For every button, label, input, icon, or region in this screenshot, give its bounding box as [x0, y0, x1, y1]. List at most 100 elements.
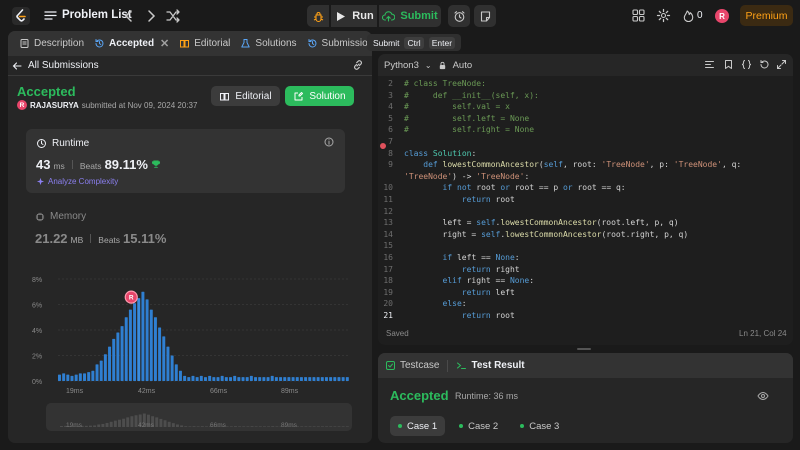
- note-icon: [480, 10, 490, 22]
- histogram-bar: [191, 375, 195, 381]
- autocomplete-mode[interactable]: Auto: [453, 60, 473, 71]
- expand-icon[interactable]: [776, 59, 787, 70]
- link-icon[interactable]: [352, 59, 364, 71]
- layout-grid-icon[interactable]: [631, 8, 646, 23]
- code-line[interactable]: 21 return root: [378, 310, 793, 322]
- code-line[interactable]: 19 return left: [378, 287, 793, 299]
- language-select[interactable]: Python3: [384, 60, 419, 71]
- tab-test-result[interactable]: Test Result: [456, 360, 525, 371]
- code-line[interactable]: 12: [378, 206, 793, 218]
- line-number: 4: [388, 102, 393, 112]
- chevron-down-icon[interactable]: ⌄: [425, 61, 432, 70]
- overview-bar: [171, 423, 175, 427]
- info-icon[interactable]: [324, 137, 334, 147]
- overview-bar: [167, 421, 171, 427]
- line-number: 3: [388, 90, 393, 100]
- analyze-complexity-link[interactable]: Analyze Complexity: [36, 177, 118, 186]
- book-icon: [220, 92, 230, 100]
- tooltip-label: Submit: [373, 37, 400, 48]
- case-tab-3[interactable]: Case 3: [512, 416, 567, 436]
- tab-test-result-label: Test Result: [471, 360, 525, 371]
- tab-editorial[interactable]: Editorial: [174, 31, 235, 56]
- histogram-bar: [345, 377, 349, 381]
- braces-icon[interactable]: [741, 59, 752, 70]
- username[interactable]: RAJASURYA: [30, 101, 79, 110]
- debug-button[interactable]: [307, 5, 329, 27]
- overview-bar: [205, 426, 208, 427]
- code-line[interactable]: 10 if not root or root == p or root == q…: [378, 182, 793, 194]
- code-line[interactable]: 13 left = self.lowestCommonAncestor(root…: [378, 217, 793, 229]
- code-line[interactable]: 17 return right: [378, 264, 793, 276]
- terminal-icon: [457, 362, 467, 369]
- code-text: # self.left = None: [404, 113, 530, 123]
- histogram-bar: [87, 372, 91, 381]
- all-submissions-link[interactable]: All Submissions: [12, 60, 99, 71]
- code-line[interactable]: 7: [378, 136, 793, 148]
- runtime-beats-label: Beats: [79, 161, 102, 171]
- avatar[interactable]: R: [715, 9, 729, 23]
- code-line[interactable]: 11 return root: [378, 194, 793, 206]
- code-line[interactable]: 5 # self.left = None: [378, 113, 793, 125]
- overview-tick-label: 42ms: [138, 422, 155, 429]
- histogram-bar: [341, 377, 345, 381]
- fire-icon[interactable]: [681, 8, 696, 23]
- submit-button[interactable]: Submit: [379, 5, 441, 27]
- premium-button[interactable]: Premium: [740, 5, 793, 26]
- run-button[interactable]: Run: [331, 5, 377, 27]
- histogram-bar: [324, 377, 328, 381]
- overview-tick-label: 89ms: [281, 422, 298, 429]
- tab-testcase[interactable]: Testcase: [385, 360, 439, 371]
- case-tab-1[interactable]: Case 1: [390, 416, 446, 436]
- resize-handle[interactable]: [577, 348, 591, 350]
- code-line[interactable]: 14 right = self.lowestCommonAncestor(roo…: [378, 229, 793, 241]
- notes-button[interactable]: [474, 5, 496, 27]
- submit-tooltip: Submit Ctrl Enter: [367, 34, 462, 51]
- leetcode-logo-icon[interactable]: [12, 7, 30, 25]
- overview-bar: [130, 416, 134, 427]
- runtime-distribution-chart[interactable]: 8% 6% 4% 2% 0% R 19ms 42ms 66ms 89ms 19ms 42ms 66ms 8…: [32, 271, 356, 431]
- code-line[interactable]: 2 # class TreeNode:: [378, 78, 793, 90]
- timer-button[interactable]: [448, 5, 470, 27]
- reset-icon[interactable]: [759, 59, 770, 70]
- tab-solutions[interactable]: Solutions: [235, 31, 301, 56]
- code-line[interactable]: 8 class Solution:: [378, 148, 793, 160]
- chevron-right-icon[interactable]: [143, 8, 159, 24]
- runtime-value-row: 43 ms Beats 89.11%: [36, 157, 161, 172]
- memory-title[interactable]: Memory: [35, 211, 86, 222]
- bug-icon: [313, 11, 323, 22]
- code-text: # self.val = x: [404, 102, 510, 112]
- overview-bar: [325, 426, 329, 427]
- tab-submissions[interactable]: Submissions: [302, 31, 372, 56]
- overview-bar: [312, 426, 316, 427]
- chevron-left-icon[interactable]: [121, 8, 137, 24]
- code-line[interactable]: 4 # self.val = x: [378, 101, 793, 113]
- code-line[interactable]: 'TreeNode') -> 'TreeNode':: [378, 171, 793, 183]
- code-line[interactable]: 9 def lowestCommonAncestor(self, root: '…: [378, 159, 793, 171]
- code-area[interactable]: 2 # class TreeNode: 3 # def __init__(self, …: [378, 78, 793, 321]
- editorial-button[interactable]: Editorial: [211, 86, 280, 106]
- solution-button[interactable]: Solution: [285, 86, 354, 106]
- code-line[interactable]: 6 # self.right = None: [378, 124, 793, 136]
- avatar[interactable]: R: [17, 100, 27, 110]
- close-icon[interactable]: ✕: [160, 37, 169, 50]
- shuffle-icon[interactable]: [165, 8, 181, 24]
- code-line[interactable]: 20 else:: [378, 298, 793, 310]
- tab-accepted[interactable]: Accepted ✕: [89, 31, 174, 56]
- divider: [71, 160, 73, 169]
- code-line[interactable]: 3 # def __init__(self, x):: [378, 90, 793, 102]
- runtime-card[interactable]: Runtime 43 ms Beats 89.11% Analyze Compl…: [26, 129, 345, 193]
- tab-editorial-label: Editorial: [194, 38, 231, 49]
- format-icon[interactable]: [704, 59, 715, 70]
- y-tick-label: 0%: [32, 379, 42, 386]
- bookmark-icon[interactable]: [723, 59, 734, 70]
- code-line[interactable]: 15: [378, 240, 793, 252]
- code-editor[interactable]: Python3 ⌄ Auto 2 # class TreeNode: 3 # def …: [378, 54, 793, 345]
- solution-label: Solution: [309, 90, 346, 102]
- eye-icon[interactable]: [757, 390, 769, 402]
- tab-description[interactable]: Description: [14, 31, 89, 56]
- code-text: # class TreeNode:: [404, 79, 486, 88]
- code-line[interactable]: 18 elif right == None:: [378, 275, 793, 287]
- case-tab-2[interactable]: Case 2: [451, 416, 506, 436]
- code-line[interactable]: 16 if left == None:: [378, 252, 793, 264]
- gear-icon[interactable]: [656, 8, 671, 23]
